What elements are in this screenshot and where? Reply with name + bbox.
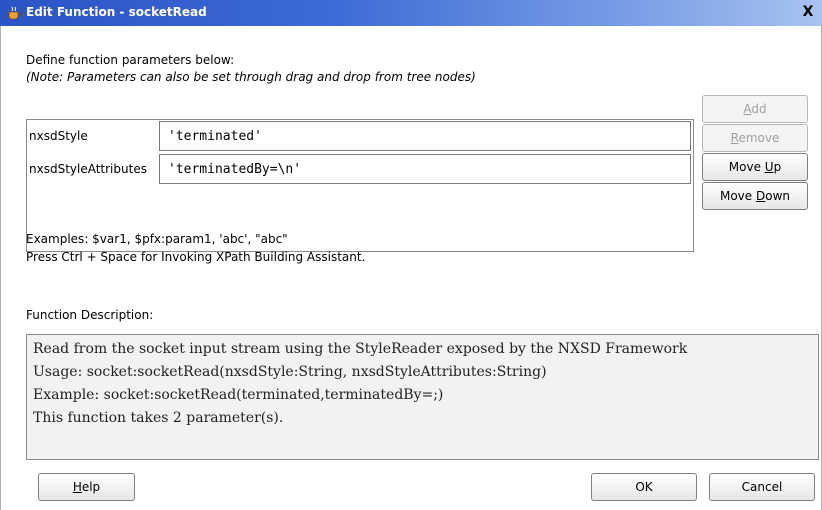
parameter-value-field[interactable]: 'terminatedBy=\n' <box>159 154 691 184</box>
help-button[interactable]: Help <box>38 473 135 501</box>
move-down-button[interactable]: Move Down <box>702 182 808 210</box>
remove-button-label-rest: emove <box>738 131 780 145</box>
ok-button[interactable]: OK <box>591 473 697 501</box>
description-line: Example: socket:socketRead(terminated,te… <box>33 387 444 403</box>
parameter-name: nxsdStyleAttributes <box>29 162 147 176</box>
window-title: Edit Function - socketRead <box>26 5 207 19</box>
close-icon[interactable]: X <box>800 4 816 20</box>
parameter-value-field[interactable]: 'terminated' <box>159 121 691 151</box>
move-down-button-label: Move <box>719 189 756 203</box>
move-up-button-mnemonic: U <box>764 160 774 174</box>
description-line: Read from the socket input stream using … <box>33 341 688 357</box>
remove-button[interactable]: Remove <box>702 124 808 152</box>
parameter-name: nxsdStyle <box>29 129 88 143</box>
cancel-button[interactable]: Cancel <box>709 473 815 501</box>
help-button-mnemonic: H <box>72 480 82 494</box>
description-line: Usage: socket:socketRead(nxsdStyle:Strin… <box>33 364 547 380</box>
move-up-button-label: Move <box>728 160 765 174</box>
description-line: This function takes 2 parameter(s). <box>33 410 284 426</box>
description-label: Function Description: <box>26 308 154 322</box>
coffee-cup-icon <box>8 6 22 20</box>
intro-note: (Note: Parameters can also be set throug… <box>26 70 476 84</box>
move-down-button-mnemonic: D <box>755 189 766 203</box>
function-description-box: Read from the socket input stream using … <box>26 334 819 460</box>
edit-function-dialog: Define function parameters below: (Note:… <box>0 26 822 510</box>
examples-hint: Examples: $var1, $pfx:param1, 'abc', "ab… <box>26 232 288 246</box>
help-button-label: elp <box>81 480 101 494</box>
move-up-button-label-rest: p <box>773 160 782 174</box>
move-up-button[interactable]: Move Up <box>702 153 808 181</box>
move-down-button-label-rest: own <box>765 189 790 203</box>
assist-hint: Press Ctrl + Space for Invoking XPath Bu… <box>26 250 366 264</box>
add-button-label-rest: dd <box>751 102 767 116</box>
title-bar: Edit Function - socketRead X <box>0 0 822 26</box>
parameter-row: nxsdStyleAttributes 'terminatedBy=\n' <box>27 154 693 184</box>
add-button[interactable]: Add <box>702 95 808 123</box>
intro-text: Define function parameters below: <box>26 53 235 67</box>
parameter-row: nxsdStyle 'terminated' <box>27 121 693 151</box>
